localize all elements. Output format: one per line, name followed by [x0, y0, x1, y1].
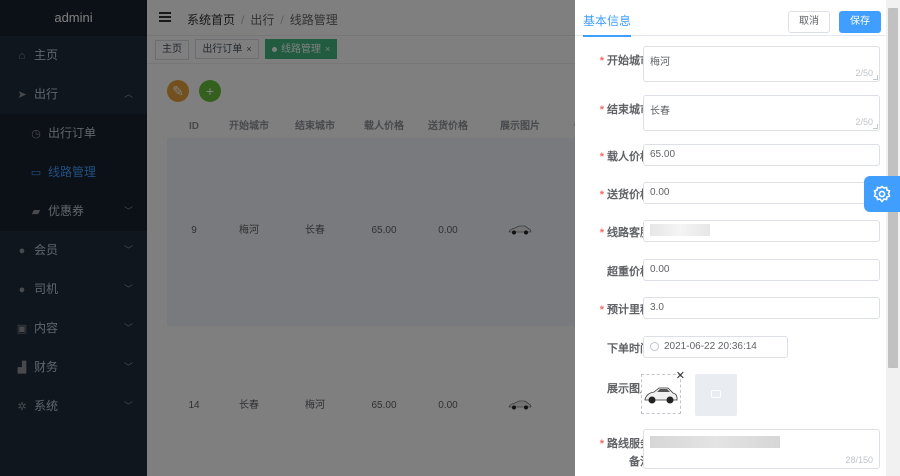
- cancel-button[interactable]: 取消: [788, 11, 830, 33]
- resize-handle[interactable]: [873, 75, 878, 80]
- settings-button[interactable]: [864, 176, 900, 212]
- overweight-price-input[interactable]: 0.00: [643, 259, 880, 281]
- route-service-textarea[interactable]: 28/150: [643, 429, 880, 469]
- field-value: 梅河: [650, 57, 670, 68]
- gear-icon: [873, 185, 891, 203]
- char-count: 28/150: [845, 455, 873, 465]
- mileage-input[interactable]: 3.0: [643, 297, 880, 319]
- edit-drawer: 基本信息 取消 保存 * 开始城市 梅河 2/50 * 结束城市 长春 2/50 *…: [575, 0, 900, 476]
- passenger-price-input[interactable]: 65.00: [643, 144, 880, 166]
- resize-handle[interactable]: [873, 124, 878, 129]
- redacted-value: [650, 436, 780, 448]
- order-time-picker[interactable]: 2021-06-22 20:36:14: [643, 336, 788, 358]
- drawer-scrollbar[interactable]: [886, 0, 900, 476]
- char-count: 2/50: [855, 117, 873, 127]
- char-count: 2/50: [855, 68, 873, 78]
- camera-icon: [711, 390, 721, 398]
- upload-image-button[interactable]: [695, 374, 737, 416]
- clock-icon: [650, 341, 659, 351]
- save-button[interactable]: 保存: [839, 11, 881, 33]
- modal-overlay[interactable]: [0, 0, 575, 476]
- delivery-price-input[interactable]: 0.00: [643, 182, 880, 204]
- service-select[interactable]: [643, 220, 880, 242]
- car-image: [644, 387, 678, 404]
- uploaded-image[interactable]: ✕: [641, 370, 685, 414]
- tab-basic-info[interactable]: 基本信息: [583, 12, 632, 37]
- close-icon[interactable]: ✕: [676, 369, 685, 382]
- start-city-textarea[interactable]: 梅河 2/50: [643, 46, 880, 82]
- field-value: 2021-06-22 20:36:14: [664, 341, 757, 352]
- form-row-image: 展示图片 ✕: [575, 370, 887, 418]
- end-city-textarea[interactable]: 长春 2/50: [643, 95, 880, 131]
- drawer-header: 基本信息 取消 保存: [575, 0, 887, 37]
- field-value: 长春: [650, 106, 670, 117]
- redacted-value: [650, 224, 710, 237]
